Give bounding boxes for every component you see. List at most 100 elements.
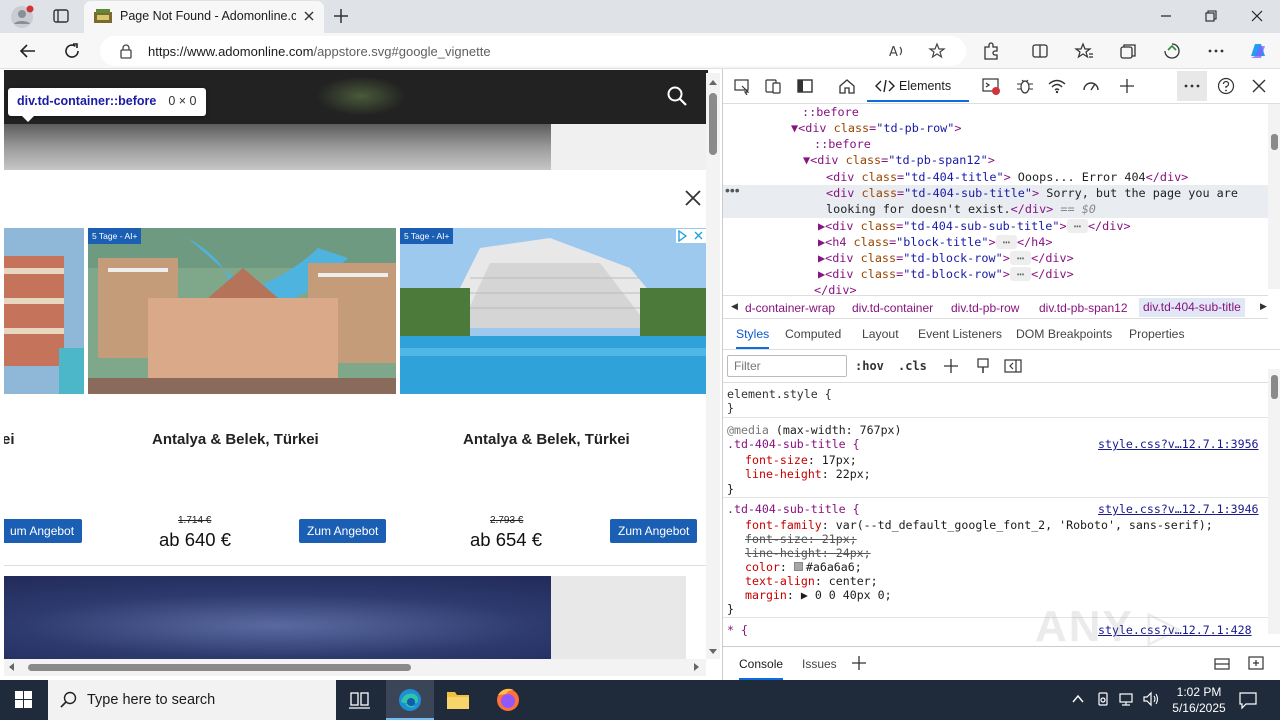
search-icon[interactable] <box>666 85 688 107</box>
subtab-styles[interactable]: Styles <box>736 327 770 349</box>
styles-filter-input[interactable]: Filter <box>727 355 847 377</box>
dom-line[interactable]: looking for doesn't exist.</div> == $0 <box>826 201 1096 217</box>
network-wifi-icon[interactable] <box>1048 77 1066 95</box>
favorite-star-icon[interactable] <box>928 42 946 60</box>
page-horizontal-scrollbar[interactable] <box>4 659 706 676</box>
more-options-icon[interactable] <box>1206 41 1226 61</box>
restore-icon[interactable] <box>1201 6 1221 26</box>
rule2-prop[interactable]: text-align: center; <box>745 574 878 588</box>
dom-scroll-thumb[interactable] <box>1271 134 1278 150</box>
firefox-icon[interactable] <box>484 680 532 720</box>
toggle-sidebar-icon[interactable] <box>1004 358 1022 374</box>
console-errors-icon[interactable] <box>982 77 1000 95</box>
breadcrumb-item[interactable]: div.td-pb-row <box>951 301 1019 315</box>
element-style-rule[interactable]: element.style { <box>727 387 832 401</box>
browser-essentials-icon[interactable] <box>1162 41 1182 61</box>
close-tab-icon[interactable] <box>301 8 317 24</box>
new-style-rule-icon[interactable] <box>943 358 959 374</box>
taskbar-edge-icon[interactable] <box>386 680 434 720</box>
dom-line[interactable]: ▶<div class="td-404-sub-sub-title"> ⋯ </… <box>818 218 1131 234</box>
inspect-element-icon[interactable] <box>733 77 751 95</box>
rule2-prop[interactable]: margin: ▶ 0 0 40px 0; <box>745 588 892 602</box>
dom-line[interactable]: ▼<div class="td-pb-span12"> <box>803 152 995 168</box>
breadcrumb-item[interactable]: div.td-pb-span12 <box>1039 301 1128 315</box>
dom-scrollbar[interactable] <box>1268 104 1280 289</box>
active-tab[interactable]: Page Not Found - Adomonline.c <box>84 1 324 33</box>
start-windows-icon[interactable] <box>0 680 48 720</box>
file-explorer-icon[interactable] <box>434 680 482 720</box>
show-hidden-icons-icon[interactable] <box>1071 692 1085 706</box>
dom-line[interactable]: ::before <box>814 136 871 152</box>
collections-icon[interactable] <box>1118 41 1138 61</box>
dom-line[interactable]: ▶<div class="td-block-row"> ⋯ </div> <box>818 250 1074 266</box>
rule2-selector[interactable]: .td-404-sub-title { <box>727 502 860 516</box>
offer-title-2[interactable]: Antalya & Belek, Türkei <box>463 431 630 448</box>
adchoices-icon[interactable] <box>676 229 706 243</box>
offer-image-1[interactable]: 5 Tage - AI+ <box>88 228 396 394</box>
debugger-bug-icon[interactable] <box>1016 77 1034 95</box>
network-status-icon[interactable] <box>1095 691 1111 707</box>
breadcrumb-right-arrow-icon[interactable]: ▶ <box>1260 301 1267 312</box>
tab-actions-icon[interactable] <box>52 7 70 25</box>
split-screen-icon[interactable] <box>1030 41 1050 61</box>
drawer-tab-console[interactable]: Console <box>739 657 784 680</box>
drawer-tab-issues[interactable]: Issues <box>802 657 837 671</box>
page-vscroll-thumb[interactable] <box>709 93 717 155</box>
welcome-home-icon[interactable] <box>838 77 856 95</box>
color-swatch[interactable] <box>793 562 803 571</box>
offer-cta-0[interactable]: um Angebot <box>4 519 83 543</box>
site-logo[interactable] <box>316 76 406 116</box>
subtab-properties[interactable]: Properties <box>1129 327 1185 341</box>
performance-icon[interactable] <box>1082 77 1100 95</box>
address-bar[interactable]: https://www.adomonline.com/appstore.svg#… <box>100 36 966 66</box>
minimize-icon[interactable] <box>1156 6 1176 26</box>
offer-title-0[interactable]: ei <box>4 431 15 448</box>
read-aloud-icon[interactable]: A <box>888 42 906 60</box>
subtab-event-listeners[interactable]: Event Listeners <box>918 327 1002 341</box>
subtab-dom-breakpoints[interactable]: DOM Breakpoints <box>1016 327 1112 341</box>
styles-scrollbar[interactable] <box>1268 369 1280 634</box>
breadcrumb-item[interactable]: d-container-wrap <box>745 301 835 315</box>
new-tab-icon[interactable] <box>332 7 350 25</box>
ad-close-icon[interactable] <box>684 189 702 207</box>
subtab-layout[interactable]: Layout <box>862 327 899 341</box>
copilot-icon[interactable] <box>1247 40 1269 62</box>
tab-elements[interactable]: Elements <box>867 69 969 102</box>
offer-cta-1[interactable]: Zum Angebot <box>299 519 387 543</box>
close-devtools-icon[interactable] <box>1250 77 1268 95</box>
devtools-more-button[interactable] <box>1177 71 1207 101</box>
favorites-icon[interactable] <box>1074 41 1094 61</box>
rule1-prop[interactable]: font-size: 17px; <box>745 453 857 467</box>
more-tools-plus-icon[interactable] <box>1118 77 1136 95</box>
hov-toggle[interactable]: :hov <box>855 359 884 373</box>
refresh-icon[interactable] <box>62 41 82 61</box>
close-window-icon[interactable] <box>1247 6 1267 26</box>
offer-image-2[interactable]: 5 Tage - AI+ <box>400 228 708 394</box>
system-clock[interactable]: 1:02 PM 5/16/2025 <box>1164 684 1234 716</box>
paint-bucket-icon[interactable] <box>975 358 991 374</box>
device-emulation-icon[interactable] <box>764 77 782 95</box>
dom-line[interactable]: ▶<div class="td-block-row"> ⋯ </div> <box>818 266 1074 282</box>
task-view-icon[interactable] <box>336 680 384 720</box>
offer-title-1[interactable]: Antalya & Belek, Türkei <box>152 431 319 448</box>
rule2-source-link[interactable]: style.css?v…12.7.1:3946 <box>1098 502 1259 516</box>
taskbar-search-box[interactable]: Type here to search <box>48 680 336 720</box>
rule2-prop[interactable]: color: #a6a6a6; <box>745 560 862 574</box>
dom-line[interactable]: ▶<h4 class="block-title"> ⋯ </h4> <box>818 234 1052 250</box>
dom-line[interactable]: <div class="td-404-title"> Ooops... Erro… <box>826 169 1188 185</box>
cls-toggle[interactable]: .cls <box>898 359 927 373</box>
page-hscroll-thumb[interactable] <box>28 664 411 671</box>
help-icon[interactable] <box>1217 77 1235 95</box>
subtab-computed[interactable]: Computed <box>785 327 841 341</box>
styles-scroll-thumb[interactable] <box>1271 375 1278 399</box>
rule1-source-link[interactable]: style.css?v…12.7.1:3956 <box>1098 437 1259 451</box>
offer-image-0[interactable] <box>4 228 84 394</box>
drawer-close-icon[interactable] <box>1247 655 1265 671</box>
rule1-selector[interactable]: .td-404-sub-title { <box>727 437 860 451</box>
volume-icon[interactable] <box>1142 691 1160 707</box>
rule3-selector[interactable]: * { <box>727 623 748 637</box>
rule2-prop-overridden[interactable]: font-size: 21px; <box>745 532 857 546</box>
dom-line[interactable]: <div class="td-404-sub-title"> Sorry, bu… <box>826 185 1238 201</box>
node-actions-icon[interactable]: ••• <box>725 182 740 198</box>
back-icon[interactable] <box>18 41 38 61</box>
